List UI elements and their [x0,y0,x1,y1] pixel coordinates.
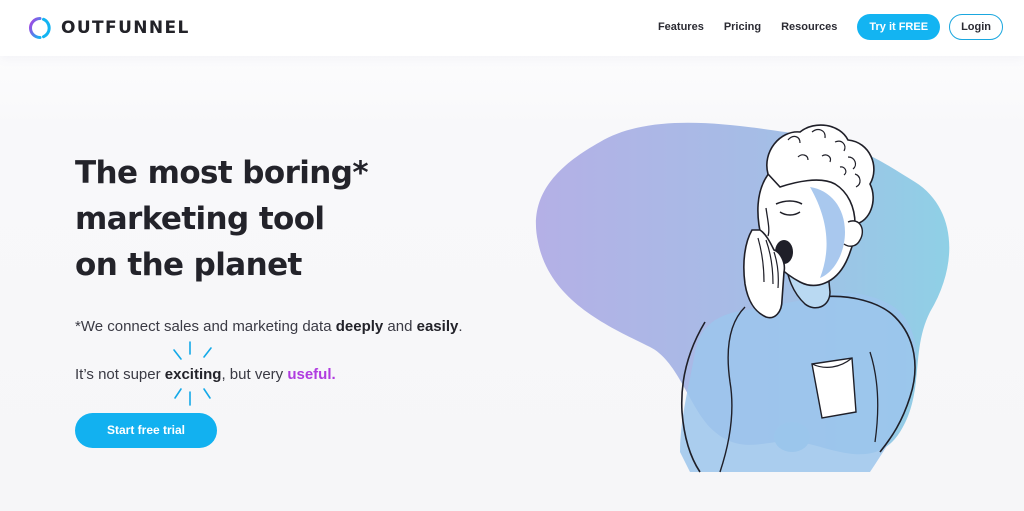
sub2-prefix: It’s not super [75,366,165,383]
sub2-useful: useful. [287,366,336,383]
start-free-trial-button[interactable]: Start free trial [75,413,217,448]
hero-subtitle-connect: *We connect sales and marketing data dee… [75,318,463,335]
logo-ring-icon [29,17,51,39]
site-header: OUTFUNNEL Features Pricing Resources Try… [0,0,1024,56]
hero-title-line-1: The most boring* [75,155,369,191]
sub1-and: and [383,318,417,335]
brand-logo[interactable]: OUTFUNNEL [28,16,190,40]
hero-title-line-2: marketing tool [75,201,325,237]
nav-features-link[interactable]: Features [658,21,704,33]
hero-title: The most boring* marketing tool on the p… [75,150,495,288]
hero-subtitle-useful: It’s not super exciting, but very useful… [75,366,336,383]
sub1-prefix: *We connect sales and marketing data [75,318,336,335]
hero-title-line-3: on the planet [75,247,302,283]
sub2-exciting: exciting [164,366,222,383]
main-nav: Features Pricing Resources Try it FREE L… [658,13,1003,41]
try-free-button[interactable]: Try it FREE [857,14,941,40]
brand-name: OUTFUNNEL [61,18,190,38]
sub1-deeply: deeply [335,318,384,335]
sub1-suffix: . [458,318,463,335]
sub2-middle: , but very [221,366,288,383]
nav-resources-link[interactable]: Resources [781,21,837,33]
login-button[interactable]: Login [949,14,1003,40]
yawning-person-illustration [535,122,950,473]
page: OUTFUNNEL Features Pricing Resources Try… [0,0,1024,511]
sub1-easily: easily [416,318,459,335]
nav-pricing-link[interactable]: Pricing [724,21,761,33]
